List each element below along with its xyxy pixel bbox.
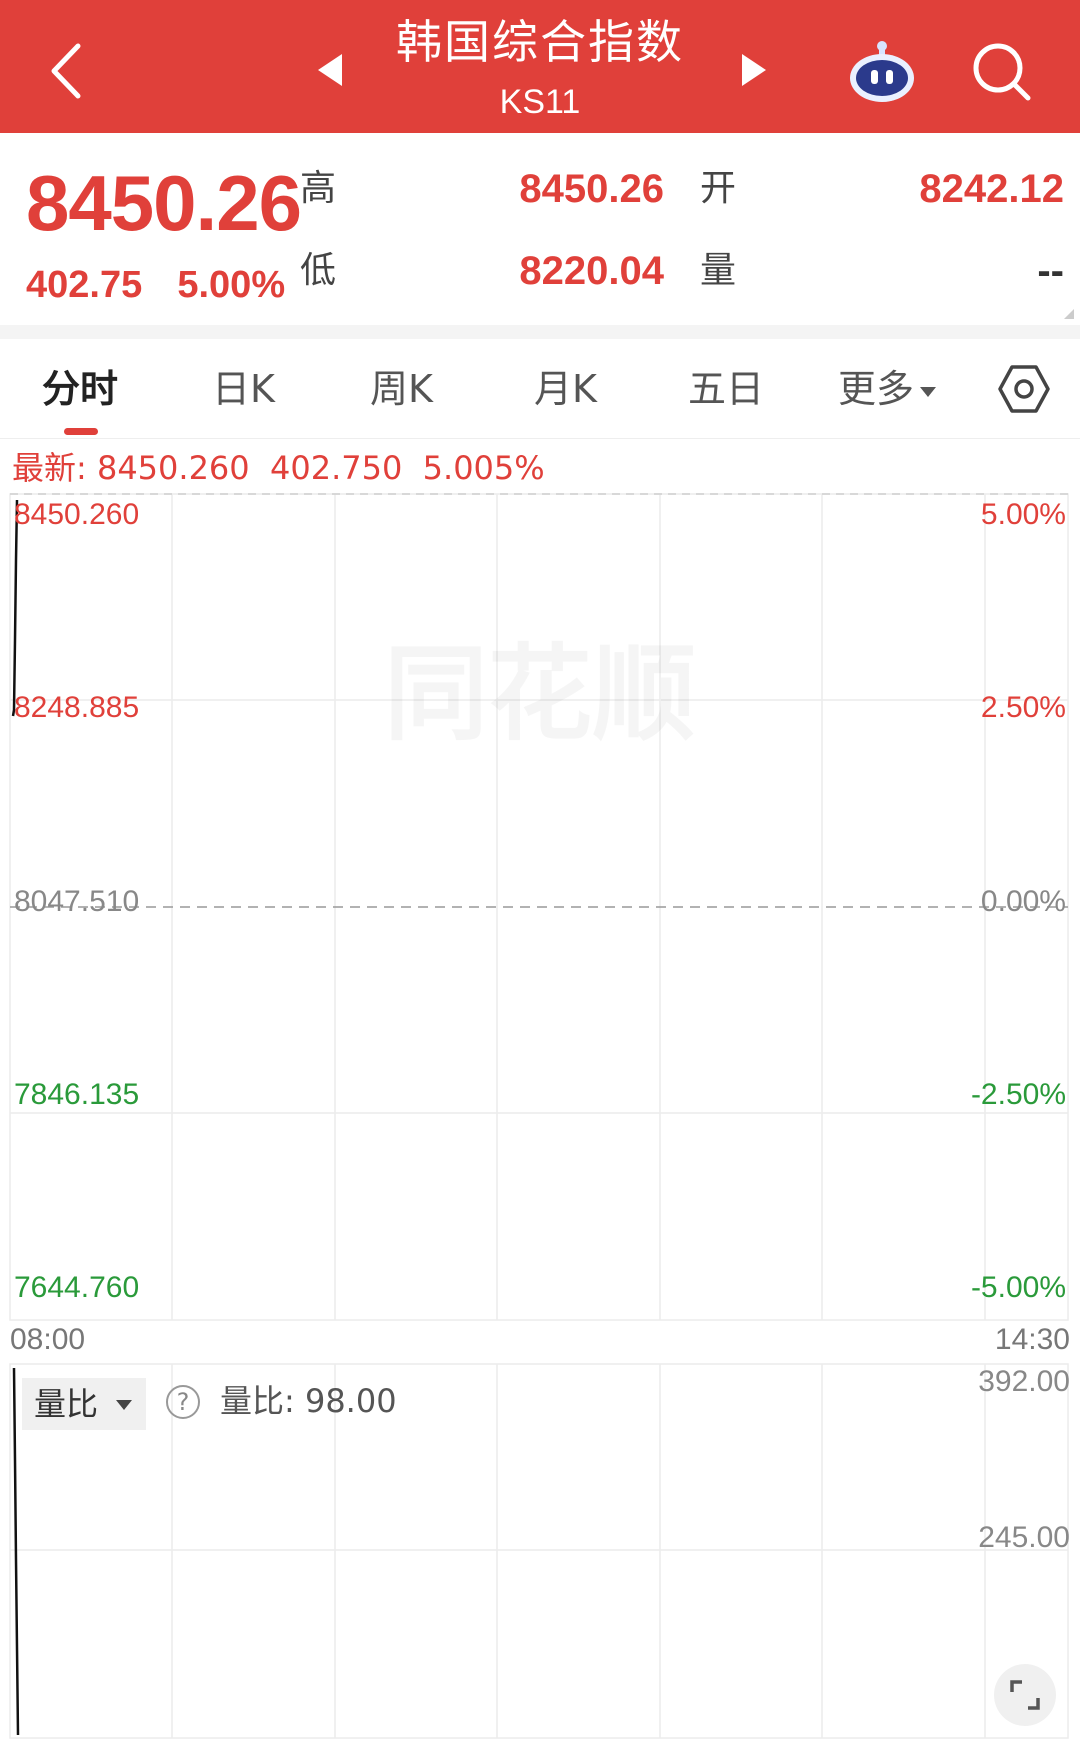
y-right-label: 2.50% xyxy=(980,691,1066,724)
watermark: 同花顺 xyxy=(384,633,696,755)
y-right-label: -5.00% xyxy=(970,1271,1066,1304)
volume-ratio-value: 量比: 98.00 xyxy=(220,1382,397,1420)
indicator-select-label: 量比 xyxy=(34,1385,99,1423)
y-left-label: 8047.510 xyxy=(14,885,140,918)
y-left-label: 7644.760 xyxy=(14,1271,140,1304)
time-start-label: 08:00 xyxy=(10,1323,86,1356)
expand-icon xyxy=(1010,1680,1040,1710)
chevron-down-icon xyxy=(116,1400,132,1410)
volume-line xyxy=(12,1367,20,1736)
y-left-label: 8450.260 xyxy=(14,498,140,531)
y-right-label: 5.00% xyxy=(980,498,1066,531)
fullscreen-button[interactable] xyxy=(994,1664,1056,1726)
y-right-label: -2.50% xyxy=(970,1078,1066,1111)
time-end-label: 14:30 xyxy=(994,1323,1070,1356)
y-right-label: 0.00% xyxy=(980,885,1066,918)
help-icon[interactable]: ? xyxy=(166,1385,200,1419)
volume-axis-top: 392.00 xyxy=(978,1365,1070,1398)
y-left-label: 7846.135 xyxy=(14,1078,140,1111)
indicator-select[interactable]: 量比 xyxy=(22,1378,146,1430)
volume-axis-mid: 245.00 xyxy=(978,1521,1070,1554)
y-left-label: 8248.885 xyxy=(14,691,140,724)
intraday-chart[interactable]: 同花顺 xyxy=(0,0,1080,1745)
